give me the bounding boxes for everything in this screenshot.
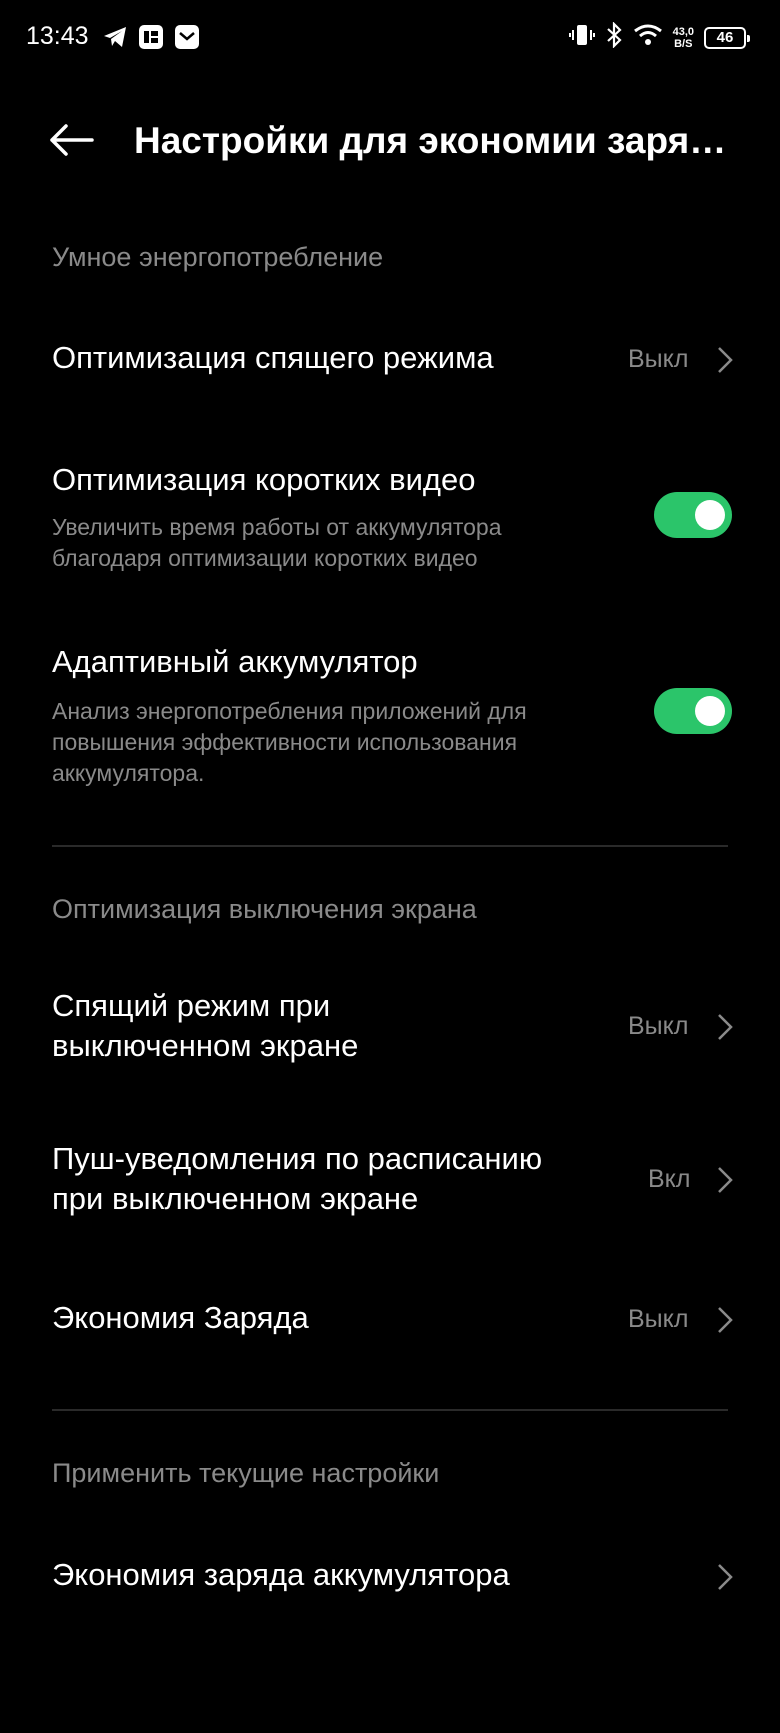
app-icon (138, 24, 164, 55)
bluetooth-icon (605, 21, 623, 53)
back-arrow-icon (50, 124, 94, 156)
row-value: Выкл (628, 1305, 689, 1333)
power-saving-row[interactable]: Экономия Заряда Выкл (0, 1290, 780, 1350)
chevron-right-icon (718, 1307, 733, 1333)
row-title: Оптимизация спящего режима (52, 340, 494, 375)
short-video-optimization-toggle[interactable] (654, 492, 732, 538)
row-description-line: Увеличить время работы от аккумулятора (52, 514, 502, 540)
scheduled-push-row[interactable]: Пуш-уведомления по расписанию при выключ… (0, 1135, 780, 1231)
row-description-line: повышения эффективности использования (52, 729, 518, 755)
chevron-right-icon (718, 347, 733, 373)
status-icons-left (102, 24, 200, 55)
divider (52, 845, 728, 847)
row-title-line: при выключенном экране (52, 1181, 419, 1216)
row-title-line: выключенном экране (52, 1028, 359, 1063)
row-title: Оптимизация коротких видео (52, 462, 476, 497)
row-description-line: Анализ энергопотребления приложений для (52, 698, 527, 724)
chevron-right-icon (718, 1167, 733, 1193)
screen-off-sleep-row[interactable]: Спящий режим при выключенном экране Выкл (0, 982, 780, 1078)
battery-icon: 46 (704, 26, 750, 49)
app-bar: Настройки для экономии заря… (0, 100, 780, 180)
adaptive-battery-toggle[interactable] (654, 688, 732, 734)
status-bar: 13:43 43,0 B/S 46 (0, 0, 780, 78)
network-speed-value: 43,0 (672, 25, 694, 38)
row-title: Экономия Заряда (52, 1300, 309, 1335)
toggle-knob (695, 696, 725, 726)
row-value: Выкл (628, 1012, 689, 1040)
row-title: Экономия заряда аккумулятора (52, 1557, 510, 1592)
wifi-icon (633, 23, 663, 52)
row-description-line: благодаря оптимизации коротких видео (52, 545, 478, 571)
row-title-line: Пуш-уведомления по расписанию (52, 1141, 543, 1176)
chevron-right-icon (718, 1564, 733, 1590)
status-time: 13:43 (26, 22, 89, 50)
mail-icon (174, 24, 200, 55)
section-title-screen-off: Оптимизация выключения экрана (52, 894, 477, 924)
row-value: Выкл (628, 345, 689, 373)
page-title: Настройки для экономии заря… (134, 120, 727, 161)
battery-level: 46 (716, 29, 734, 46)
adaptive-battery-row: Адаптивный аккумулятор Анализ энергопотр… (0, 642, 780, 792)
vibrate-icon (568, 22, 595, 53)
row-title-line: Спящий режим при (52, 988, 331, 1023)
row-title: Адаптивный аккумулятор (52, 644, 418, 679)
section-title-apply-settings: Применить текущие настройки (52, 1458, 440, 1488)
row-value: Вкл (648, 1165, 691, 1193)
chevron-right-icon (718, 1014, 733, 1040)
status-icons-right: 43,0 B/S 46 (568, 21, 750, 53)
toggle-knob (695, 500, 725, 530)
section-title-smart-power: Умное энергопотребление (52, 242, 384, 272)
short-video-optimization-row: Оптимизация коротких видео Увеличить вре… (0, 460, 780, 580)
row-description-line: аккумулятора. (52, 760, 205, 786)
sleep-optimization-row[interactable]: Оптимизация спящего режима Выкл (0, 330, 780, 390)
network-speed-unit: B/S (674, 37, 693, 50)
telegram-icon (102, 25, 128, 54)
back-button[interactable] (46, 118, 96, 162)
battery-saving-row[interactable]: Экономия заряда аккумулятора (0, 1547, 780, 1607)
network-speed: 43,0 B/S (673, 26, 694, 50)
divider (52, 1409, 728, 1411)
